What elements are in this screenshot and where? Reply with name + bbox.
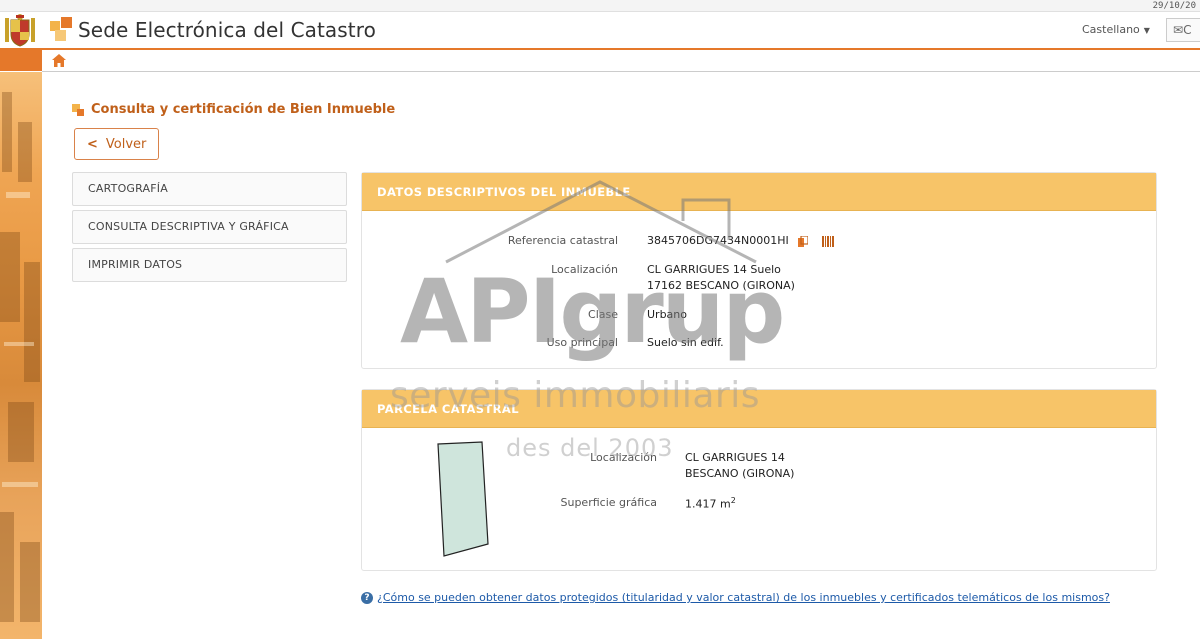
datos-descriptivos-panel: DATOS DESCRIPTIVOS DEL INMUEBLE Referenc… [361, 172, 1157, 369]
breadcrumb [42, 50, 1200, 72]
help-link-text: ¿Cómo se pueden obtener datos protegidos… [377, 591, 1110, 604]
mail-icon: ✉ [1173, 23, 1184, 37]
language-label: Castellano [1082, 23, 1140, 36]
menu-item-cartografia[interactable]: CARTOGRAFÍA [72, 172, 347, 206]
side-menu: CARTOGRAFÍA CONSULTA DESCRIPTIVA Y GRÁFI… [72, 172, 347, 286]
superficie-unit-sup: 2 [730, 496, 736, 505]
date-display: 29/10/20 [1152, 1, 1196, 11]
uso-label: Uso principal [546, 336, 618, 349]
catastro-logo-icon [50, 17, 72, 41]
menu-item-label: CONSULTA DESCRIPTIVA Y GRÁFICA [88, 220, 289, 233]
coat-of-arms-icon [5, 14, 35, 47]
page-title: Consulta y certificación de Bien Inmuebl… [72, 102, 395, 117]
home-icon[interactable] [52, 54, 66, 67]
top-bar: 29/10/20 [0, 0, 1200, 12]
page-title-text: Consulta y certificación de Bien Inmuebl… [91, 102, 396, 117]
clase-label: Clase [588, 308, 618, 321]
loc-label: Localización [551, 263, 618, 276]
superficie-value-group: 1.417 m2 [685, 496, 736, 511]
loc-line2: 17162 BESCANO (GIRONA) [647, 279, 795, 292]
panel-header: DATOS DESCRIPTIVOS DEL INMUEBLE [362, 173, 1156, 211]
menu-item-label: CARTOGRAFÍA [88, 182, 168, 195]
superficie-label: Superficie gráfica [560, 496, 658, 509]
loc-line1: CL GARRIGUES 14 Suelo [647, 263, 781, 276]
barcode-icon[interactable] [821, 235, 834, 247]
chevron-down-icon: ▼ [1143, 26, 1150, 35]
parcela-catastral-panel: PARCELA CATASTRAL Localización CL GARRIG… [361, 389, 1157, 571]
contact-button[interactable]: ✉C [1166, 18, 1200, 42]
menu-item-imprimir[interactable]: IMPRIMIR DATOS [72, 248, 347, 282]
superficie-value: 1.417 m [685, 497, 731, 511]
clase-value: Urbano [647, 308, 687, 321]
site-title: Sede Electrónica del Catastro [78, 18, 376, 42]
ref-value[interactable]: 3845706DG7434N0001HI [647, 234, 789, 247]
parcela-loc-label: Localización [590, 451, 657, 464]
parcela-loc-line1: CL GARRIGUES 14 [685, 451, 785, 464]
accent-block [0, 48, 42, 71]
language-selector[interactable]: Castellano ▼ [1082, 23, 1150, 36]
header: Sede Electrónica del Catastro Castellano… [0, 12, 1200, 48]
help-link[interactable]: ? ¿Cómo se pueden obtener datos protegid… [361, 591, 1110, 604]
ref-value-group: 3845706DG7434N0001HI [647, 234, 834, 247]
back-label: Volver [105, 136, 147, 152]
parcela-loc-line2: BESCANO (GIRONA) [685, 467, 795, 480]
side-banner-image [0, 72, 42, 639]
help-icon: ? [361, 591, 373, 604]
catastro-mini-icon [72, 103, 84, 116]
contact-label: C [1183, 23, 1192, 37]
panel-header: PARCELA CATASTRAL [362, 390, 1156, 428]
chevron-left-icon: < [87, 136, 98, 152]
back-button[interactable]: < Volver [74, 128, 159, 160]
menu-item-consulta[interactable]: CONSULTA DESCRIPTIVA Y GRÁFICA [72, 210, 347, 244]
menu-item-label: IMPRIMIR DATOS [88, 258, 183, 271]
copy-icon[interactable] [798, 235, 809, 247]
uso-value: Suelo sin edif. [647, 336, 724, 349]
ref-label: Referencia catastral [507, 234, 618, 247]
